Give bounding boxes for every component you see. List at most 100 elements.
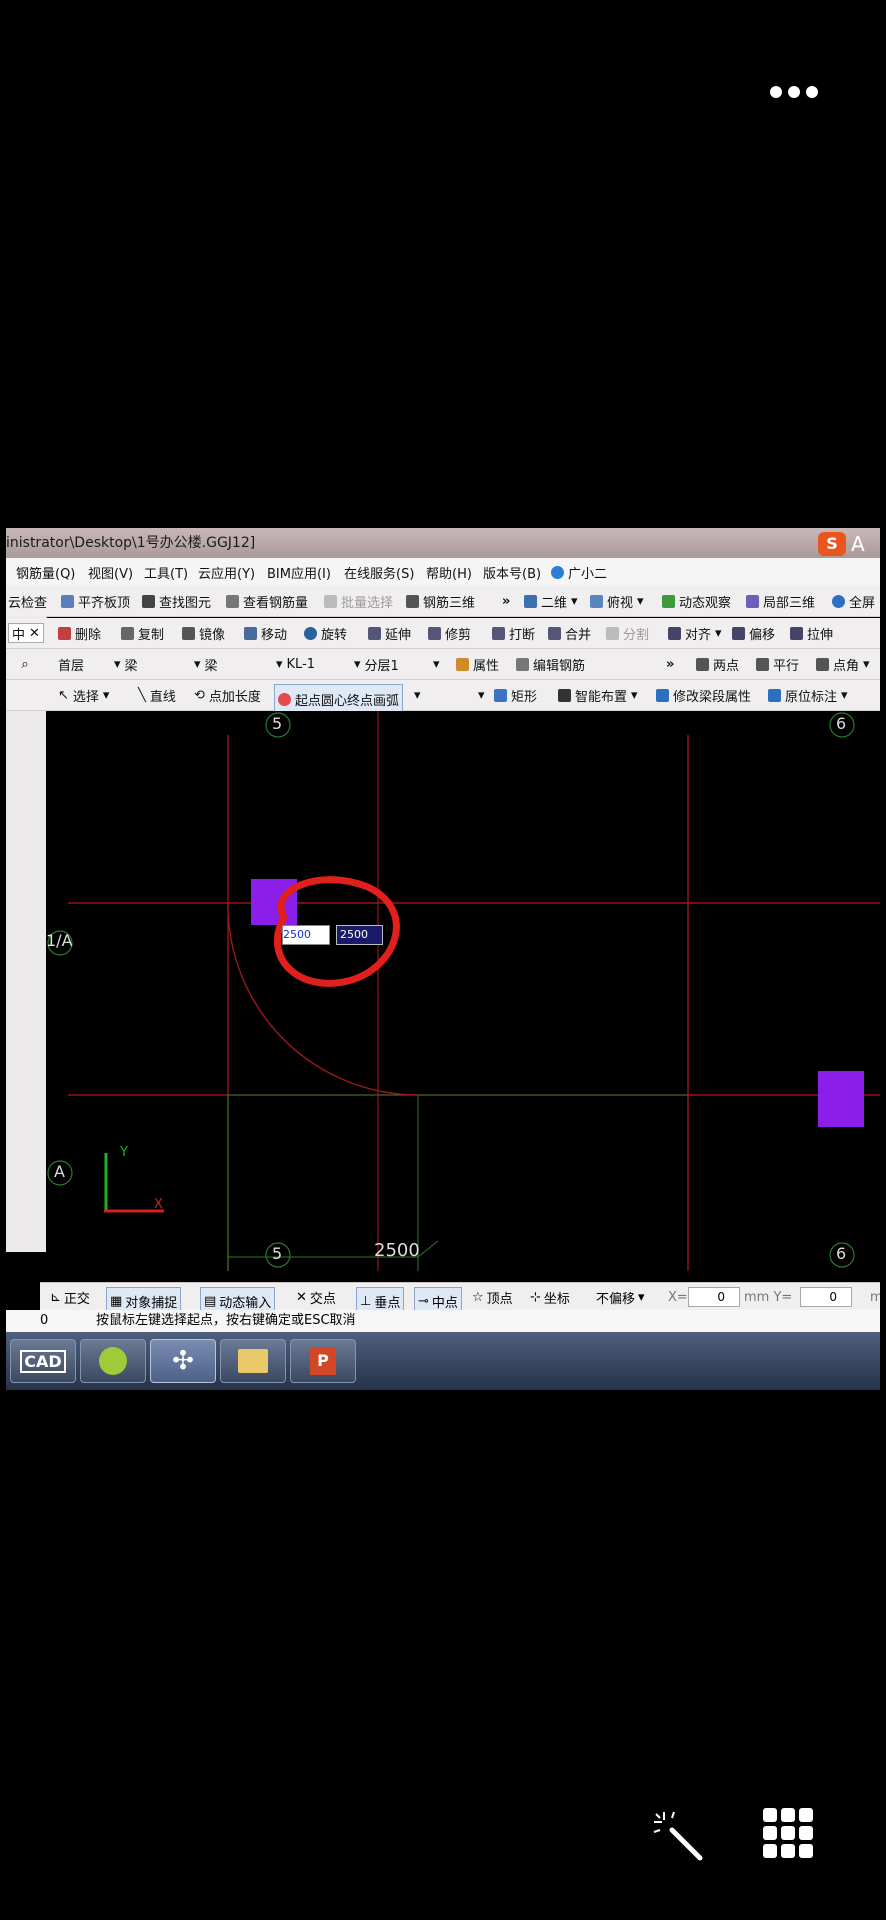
app-grid-icon[interactable] — [763, 1808, 813, 1858]
more-dots-icon[interactable] — [770, 86, 818, 98]
modify-icon — [656, 688, 669, 702]
select-button[interactable]: ↖ 选择 ▾ — [58, 680, 109, 710]
find-element-button[interactable]: 查找图元 — [142, 586, 211, 616]
fullscreen-button[interactable]: 全屏 — [832, 586, 875, 616]
break-button[interactable]: 打断 — [492, 618, 535, 648]
split-button[interactable]: 分割 — [606, 618, 649, 648]
stretch-button[interactable]: 拉伸 — [790, 618, 833, 648]
align-button[interactable]: 对齐 ▾ — [668, 618, 722, 648]
cursor-icon: ↖ — [58, 687, 69, 703]
intersection-snap-toggle[interactable]: ✕ 交点 — [296, 1283, 336, 1311]
type-select[interactable]: ▾ 梁 — [194, 649, 218, 679]
ucs-x-label: X — [154, 1197, 163, 1212]
vertex-snap-toggle[interactable]: ☆ 顶点 — [472, 1283, 513, 1311]
panel-tab[interactable]: 中 ✕ — [8, 623, 44, 643]
rebar-3d-button[interactable]: 钢筋三维 — [406, 586, 475, 616]
align-left-icon — [668, 626, 681, 640]
merge-button[interactable]: 合并 — [548, 618, 591, 648]
edit-rebar-button[interactable]: 编辑钢筋 — [516, 649, 585, 679]
two-point-icon — [696, 657, 709, 671]
menu-view[interactable]: 视图(V) — [88, 558, 133, 586]
local-3d-button[interactable]: 局部三维 — [746, 586, 815, 616]
menu-online[interactable]: 在线服务(S) — [344, 558, 414, 586]
layer-select[interactable]: ▾ 分层1 — [354, 649, 399, 679]
draw-type-dropdown[interactable]: ▾ — [478, 680, 485, 710]
ucs-y-label: Y — [120, 1145, 128, 1160]
element-select[interactable]: ▾ KL-1 — [276, 649, 315, 679]
x-coordinate-input[interactable]: 0 — [688, 1283, 740, 1311]
point-length-button[interactable]: ⟲ 点加长度 — [194, 680, 261, 710]
windows-taskbar: CAD ✣ P — [6, 1332, 880, 1390]
copy-button[interactable]: 复制 — [121, 618, 164, 648]
menu-rebar[interactable]: 钢筋量(Q) — [16, 558, 75, 586]
rebar-icon — [226, 594, 239, 608]
menu-cloud[interactable]: 云应用(Y) — [198, 558, 255, 586]
dynamic-input-x[interactable]: 2500 — [282, 925, 330, 945]
smart-layout-button[interactable]: 智能布置 ▾ — [558, 680, 638, 710]
dynamic-view-button[interactable]: 动态观察 — [662, 586, 731, 616]
network-icon[interactable]: ✣ — [150, 1339, 216, 1383]
ortho-toggle[interactable]: ⊾ 正交 — [50, 1283, 90, 1311]
folder-icon[interactable] — [220, 1339, 286, 1383]
move-button[interactable]: 移动 — [244, 618, 287, 648]
top-view-button[interactable]: 俯视 ▾ — [590, 586, 644, 616]
batch-select-button[interactable]: 批量选择 — [324, 586, 393, 616]
floor-select[interactable]: 首层 — [58, 649, 84, 679]
rectangle-button[interactable]: 矩形 — [494, 680, 537, 710]
mirror-icon — [182, 626, 195, 640]
offset-button[interactable]: 偏移 — [732, 618, 775, 648]
line-button[interactable]: ╲ 直线 — [138, 680, 176, 710]
layer-dropdown-arrow[interactable]: ▾ — [433, 649, 440, 679]
command-hint-bar: 0 按鼠标左键选择起点，按右键确定或ESC取消 — [6, 1310, 880, 1332]
grid-label-6-top: 6 — [836, 714, 847, 733]
rotate-button[interactable]: 旋转 — [304, 618, 347, 648]
menu-bim[interactable]: BIM应用(I) — [267, 558, 331, 586]
snap-status-bar: ⊾ 正交 ▦ 对象捕捉 ▤ 动态输入 ✕ 交点 ⊥ 垂点 ⊸ 中点 ☆ 顶点 ⊹ 坐标 不偏移 … — [40, 1282, 880, 1315]
align-slab-top-button[interactable]: 平齐板顶 — [61, 586, 130, 616]
view-2d-button[interactable]: 二维 ▾ — [524, 586, 578, 616]
toolbar-overflow-button[interactable]: » — [502, 586, 510, 616]
point-angle-button[interactable]: 点角 ▾ — [816, 649, 870, 679]
menu-tools[interactable]: 工具(T) — [144, 558, 188, 586]
perpendicular-icon: ⊥ — [360, 1293, 372, 1309]
magic-wand-icon[interactable] — [650, 1808, 710, 1868]
arc-draw-button[interactable]: 起点圆心终点画弧 — [274, 684, 404, 714]
glodon-icon[interactable] — [80, 1339, 146, 1383]
y-coordinate-input[interactable]: 0 — [800, 1283, 852, 1311]
category-select[interactable]: ▾ 梁 — [114, 649, 138, 679]
x-label: X= — [668, 1289, 688, 1305]
dynamic-input-y[interactable]: 2500 — [336, 925, 383, 945]
powerpoint-icon[interactable]: P — [290, 1339, 356, 1383]
search-icon[interactable]: ⌕ — [14, 649, 36, 679]
offset-select[interactable]: 不偏移 ▾ — [596, 1283, 645, 1311]
menu-version[interactable]: 版本号(B) — [483, 558, 541, 586]
mirror-button[interactable]: 镜像 — [182, 618, 225, 648]
grid-label-5-bottom: 5 — [272, 1244, 283, 1263]
grid-label-6-bottom: 6 — [836, 1244, 847, 1263]
extend-button[interactable]: 延伸 — [368, 618, 411, 648]
break-icon — [492, 626, 505, 640]
view-rebar-amount-button[interactable]: 查看钢筋量 — [226, 586, 308, 616]
toolbar-draw: ↖ 选择 ▾ ╲ 直线 ⟲ 点加长度 起点圆心终点画弧 ▾ ▾ 矩形 智能布置 ▾ 修改梁… — [6, 680, 880, 714]
snap-icon: ▦ — [110, 1293, 123, 1309]
cad-app-icon[interactable]: CAD — [10, 1339, 76, 1383]
modify-beam-button[interactable]: 修改梁段属性 — [656, 680, 751, 710]
arc-icon — [278, 692, 291, 706]
dimension-label: 2500 — [374, 1240, 420, 1261]
menu-assistant[interactable]: 广小二 — [551, 558, 607, 586]
two-point-button[interactable]: 两点 — [696, 649, 739, 679]
coordinate-snap-toggle[interactable]: ⊹ 坐标 — [530, 1283, 570, 1311]
in-situ-label-button[interactable]: 原位标注 ▾ — [768, 680, 848, 710]
cloud-check-button[interactable]: 云检查 — [8, 586, 47, 616]
delete-button[interactable]: 删除 — [58, 618, 101, 648]
y-label: mm Y= — [744, 1289, 793, 1305]
trim-button[interactable]: 修剪 — [428, 618, 471, 648]
property-button[interactable]: 属性 — [456, 649, 499, 679]
drawing-canvas[interactable]: 5 6 1/A A 5 6 2500 Y X 2500 2500 — [46, 711, 880, 1281]
hint-count: 0 — [40, 1313, 49, 1328]
parallel-button[interactable]: 平行 — [756, 649, 799, 679]
toolbar3-overflow-button[interactable]: » — [666, 649, 674, 679]
pencil-icon — [516, 657, 529, 671]
menu-help[interactable]: 帮助(H) — [426, 558, 472, 586]
arc-dropdown-arrow[interactable]: ▾ — [414, 680, 421, 710]
